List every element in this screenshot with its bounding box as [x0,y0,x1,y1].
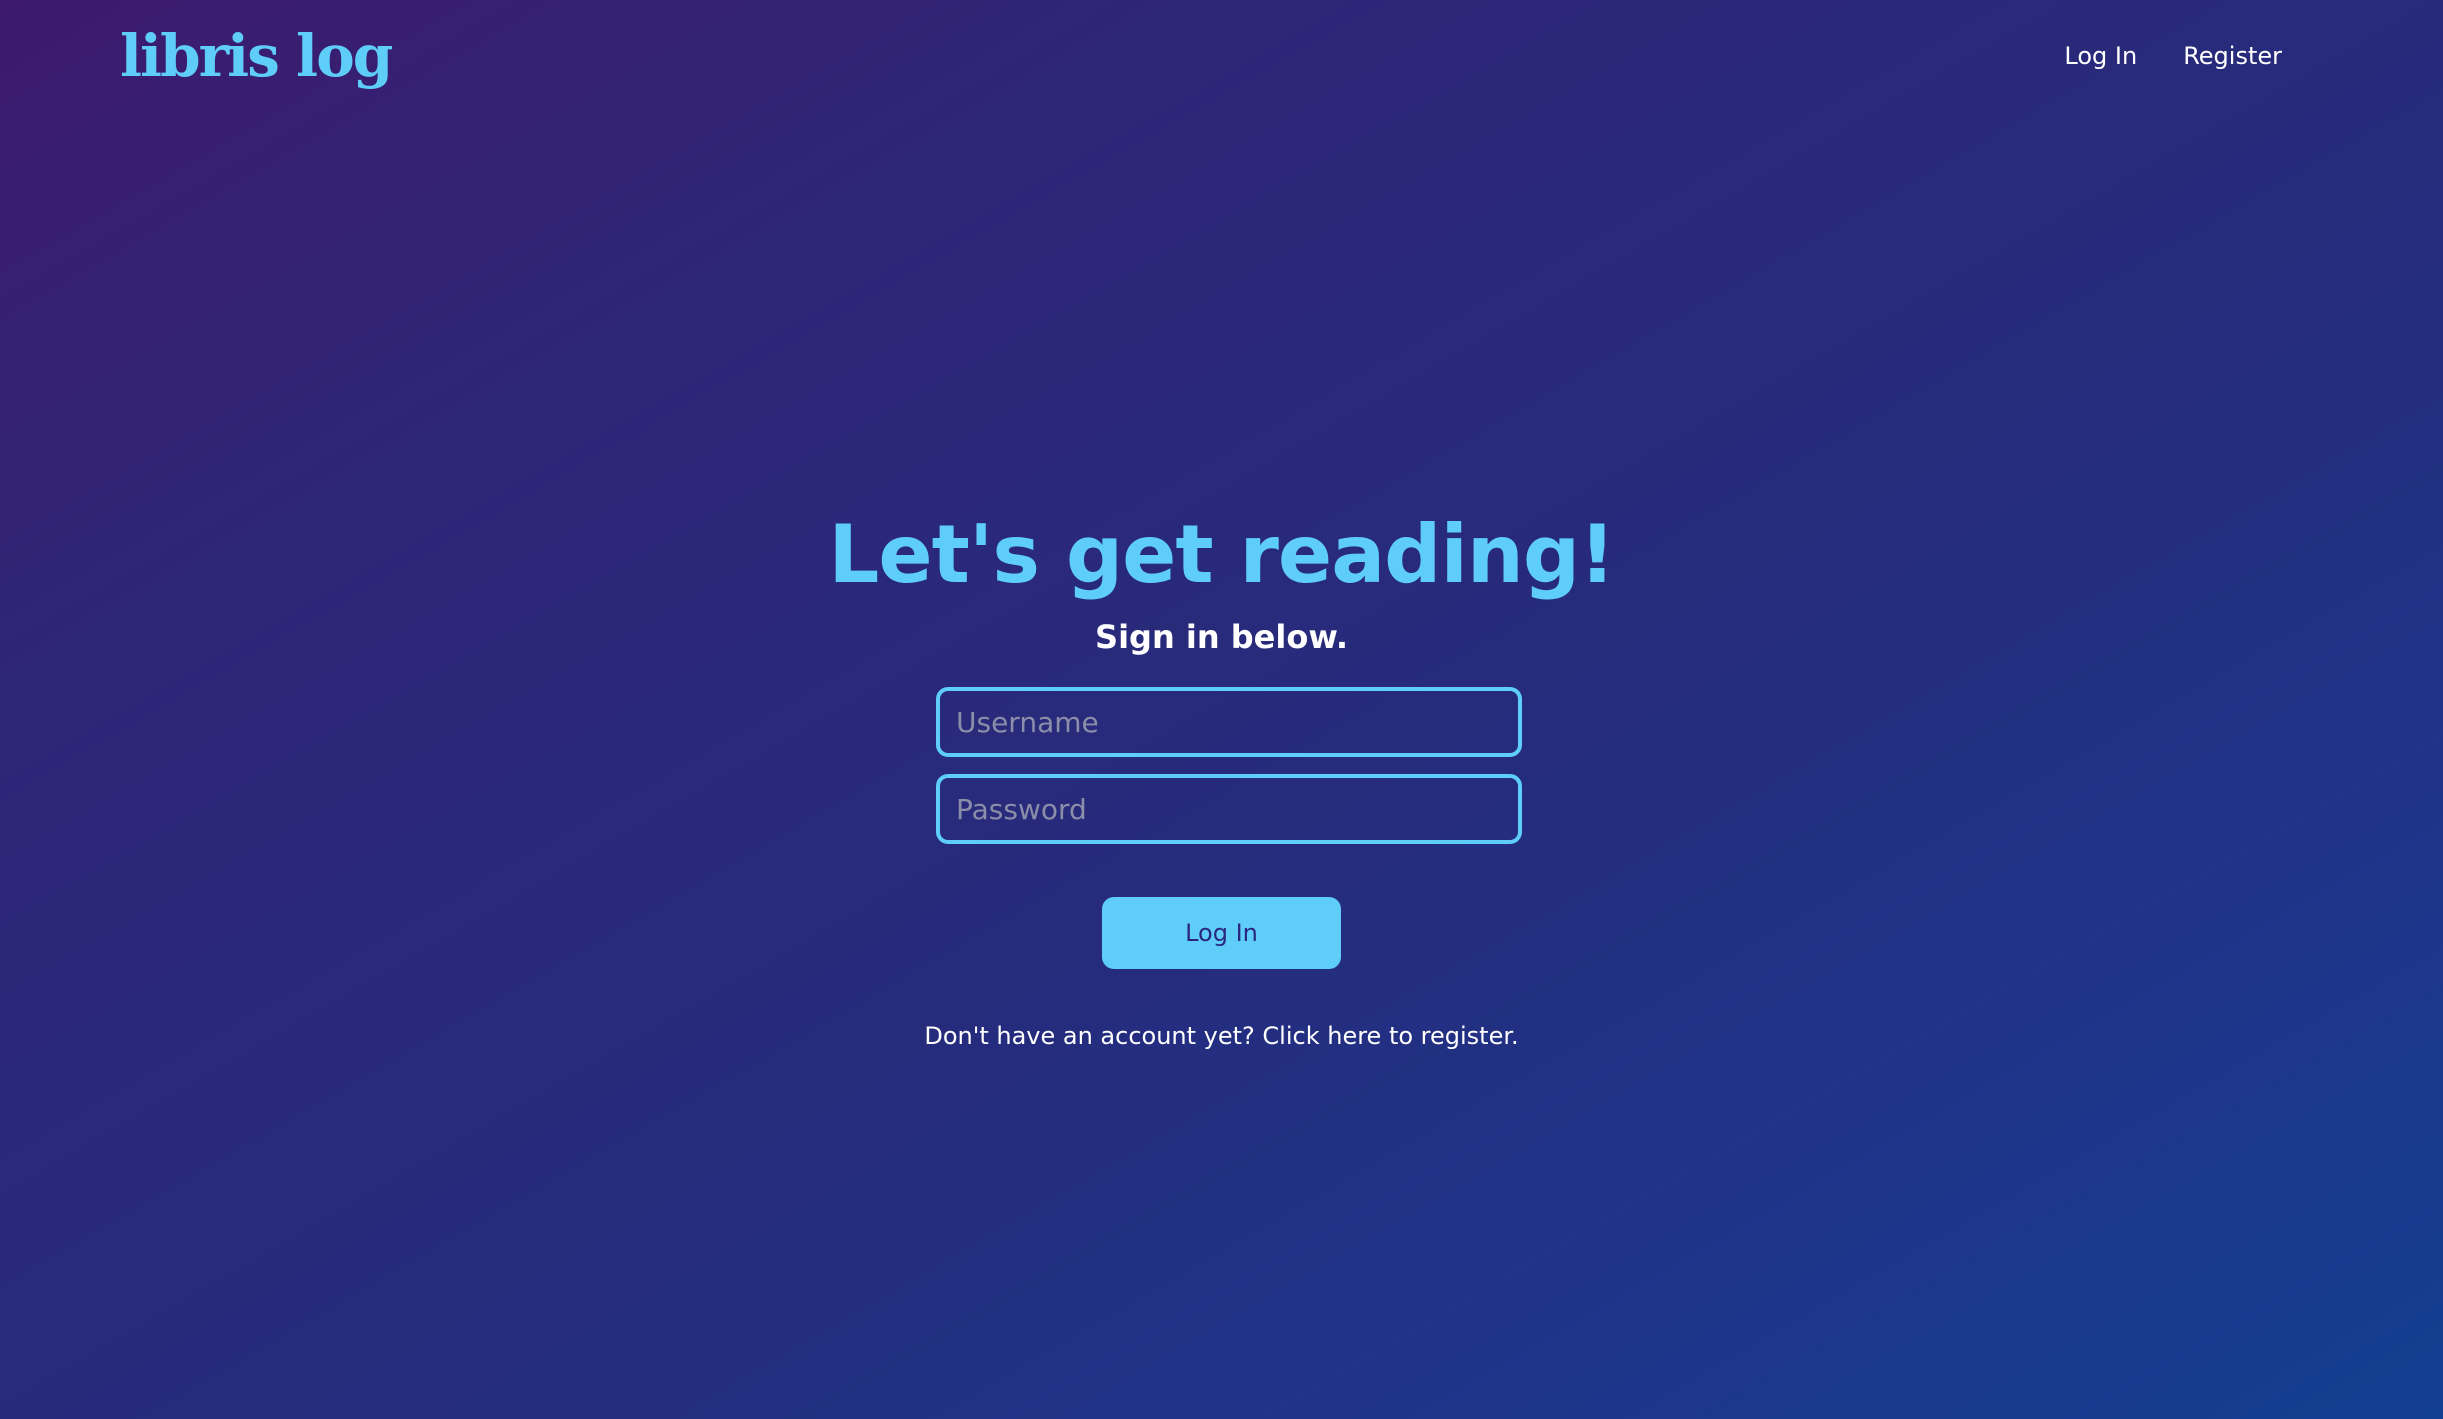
nav-login-link[interactable]: Log In [2064,36,2137,76]
password-input[interactable] [936,774,1522,844]
logo[interactable]: libris log [120,16,393,96]
register-prompt: Don't have an account yet? Click here to… [0,1018,2443,1054]
login-button[interactable]: Log In [1102,897,1341,969]
page-subtitle: Sign in below. [1095,618,1348,656]
top-nav: Log In Register [2064,36,2282,76]
register-prompt-text: Don't have an account yet? [924,1022,1255,1050]
nav-register-link[interactable]: Register [2183,36,2282,76]
register-link[interactable]: Click here to register. [1262,1022,1518,1050]
page-title: Let's get reading! [828,508,1615,601]
username-input[interactable] [936,687,1522,757]
